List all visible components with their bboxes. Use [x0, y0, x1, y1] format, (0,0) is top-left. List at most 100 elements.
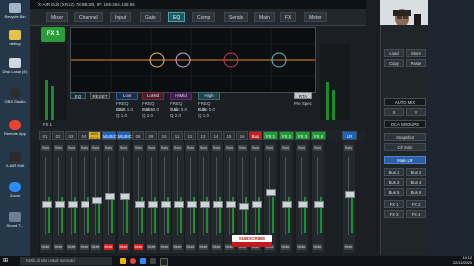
eq-reset-button[interactable]: RESET: [90, 92, 110, 99]
fx-selector-button[interactable]: FX 1: [41, 27, 65, 42]
zoom-icon[interactable]: [140, 258, 146, 264]
fader-handle[interactable]: [200, 201, 210, 208]
eq-himid-q[interactable]: 2.0: [175, 113, 181, 118]
mute-button[interactable]: Mute: [91, 244, 100, 250]
fader-handle[interactable]: [120, 193, 130, 200]
clear-solo-button[interactable]: Clr Solo: [384, 143, 426, 151]
fader-handle[interactable]: [252, 201, 262, 208]
mute-button[interactable]: Mute: [297, 244, 306, 250]
solo-button[interactable]: Solo: [281, 145, 290, 151]
tab-main[interactable]: Main: [254, 12, 275, 22]
channel-01[interactable]: 01: [39, 131, 51, 140]
mute-button[interactable]: Mute: [54, 244, 63, 250]
file-explorer-icon[interactable]: [120, 258, 126, 264]
fader-handle[interactable]: [68, 201, 78, 208]
fader-handle[interactable]: [282, 201, 292, 208]
fx-1-button[interactable]: FX 1: [384, 200, 404, 208]
solo-button[interactable]: Solo: [313, 145, 322, 151]
channel-06[interactable]: MUSIC: [102, 131, 117, 140]
channel-03[interactable]: 03: [65, 131, 77, 140]
eq-toggle-button[interactable]: EQ: [70, 92, 86, 99]
fader-handle[interactable]: [345, 191, 355, 198]
channel-05[interactable]: AMS P128: [88, 131, 101, 141]
channel-09[interactable]: 09: [145, 131, 157, 140]
obs-icon[interactable]: [150, 258, 156, 264]
fader-handle[interactable]: [42, 201, 52, 208]
mute-button[interactable]: Mute: [67, 244, 76, 250]
desktop-icon-remote-app[interactable]: Remote App: [2, 120, 28, 136]
desktop-icon-recycle-bin[interactable]: Recycle Bin: [2, 3, 28, 19]
solo-button[interactable]: Solo: [225, 145, 234, 151]
mute-button[interactable]: Mute: [344, 244, 353, 250]
windows-start-icon[interactable]: ⊞: [3, 257, 11, 265]
tab-sends[interactable]: Sends: [224, 12, 249, 22]
solo-button[interactable]: Solo: [186, 145, 195, 151]
fader-handle[interactable]: [187, 201, 197, 208]
mute-button[interactable]: Mute: [160, 244, 169, 250]
channel-fx4[interactable]: FX 4: [311, 131, 326, 140]
desktop-icon-disk[interactable]: Disk Lokal (E): [2, 58, 28, 74]
bus-2-button[interactable]: Bus 2: [406, 168, 426, 176]
x-air-edit-icon[interactable]: [160, 258, 168, 266]
bus-3-button[interactable]: Bus 3: [384, 178, 404, 186]
fader-handle[interactable]: [135, 201, 145, 208]
solo-button[interactable]: Solo: [238, 145, 247, 151]
solo-button[interactable]: Solo: [173, 145, 182, 151]
channel-07[interactable]: MUSIC: [117, 131, 132, 140]
solo-button[interactable]: Solo: [251, 145, 260, 151]
fader-handle[interactable]: [92, 197, 102, 204]
solo-button[interactable]: Solo: [91, 145, 100, 151]
channel-08[interactable]: 08: [132, 131, 144, 140]
load-button[interactable]: Load: [384, 49, 404, 57]
desktop-icon-zoom[interactable]: Zoom: [2, 182, 28, 198]
mute-button[interactable]: Mute: [80, 244, 89, 250]
solo-button[interactable]: Solo: [297, 145, 306, 151]
fx-3-button[interactable]: FX 3: [384, 210, 404, 218]
mute-button[interactable]: Mute: [212, 244, 221, 250]
fader-handle[interactable]: [226, 201, 236, 208]
channel-fx1[interactable]: FX 1: [263, 131, 278, 140]
desktop-icon-debug[interactable]: debug: [2, 30, 28, 46]
mute-button[interactable]: Mute: [173, 244, 182, 250]
fader-handle[interactable]: [55, 201, 65, 208]
tab-gate[interactable]: Gate: [140, 12, 161, 22]
desktop-icon-smart[interactable]: Smart T...: [2, 212, 28, 228]
desktop-icon-obs[interactable]: OBS Studio: [2, 88, 28, 104]
eq-high-q[interactable]: 1.0: [203, 113, 209, 118]
solo-button[interactable]: Solo: [134, 145, 143, 151]
channel-fx2[interactable]: FX 2: [279, 131, 294, 140]
fx-4-button[interactable]: FX 4: [406, 210, 426, 218]
auto-mix-y[interactable]: Y: [406, 108, 426, 116]
fader-handle[interactable]: [298, 201, 308, 208]
channel-lr[interactable]: LR: [342, 131, 357, 140]
solo-button[interactable]: Solo: [41, 145, 50, 151]
eq-lomid-q[interactable]: 2.0: [147, 113, 153, 118]
channel-12[interactable]: 12: [184, 131, 196, 140]
solo-button[interactable]: Solo: [54, 145, 63, 151]
solo-button[interactable]: Solo: [160, 145, 169, 151]
tab-eq[interactable]: EQ: [168, 12, 186, 22]
channel-bus[interactable]: Bus: [249, 131, 262, 140]
auto-mix-x[interactable]: X: [384, 108, 404, 116]
store-button[interactable]: Store: [406, 49, 426, 57]
solo-button[interactable]: Solo: [199, 145, 208, 151]
fader-handle[interactable]: [105, 193, 115, 200]
solo-button[interactable]: Solo: [265, 145, 274, 151]
main-lr-button[interactable]: Main LR: [384, 156, 426, 164]
channel-14[interactable]: 14: [210, 131, 222, 140]
eq-low-gain[interactable]: 1.0: [127, 107, 133, 112]
mute-button[interactable]: Mute: [313, 244, 322, 250]
eq-himid-gain[interactable]: 0.0: [181, 107, 187, 112]
fader-handle[interactable]: [239, 203, 249, 210]
fader-handle[interactable]: [174, 201, 184, 208]
fader-handle[interactable]: [148, 201, 158, 208]
fader-handle[interactable]: [213, 201, 223, 208]
mute-button[interactable]: Mute: [41, 244, 50, 250]
solo-button[interactable]: Solo: [104, 145, 113, 151]
desktop-icon-x-air-edit[interactable]: X-AIR Edit: [2, 152, 28, 168]
bus-5-button[interactable]: Bus 5: [384, 188, 404, 196]
mute-button[interactable]: Mute: [104, 244, 113, 250]
fader-handle[interactable]: [314, 201, 324, 208]
paste-button[interactable]: Paste: [406, 59, 426, 67]
channel-fx3[interactable]: FX 3: [295, 131, 310, 140]
